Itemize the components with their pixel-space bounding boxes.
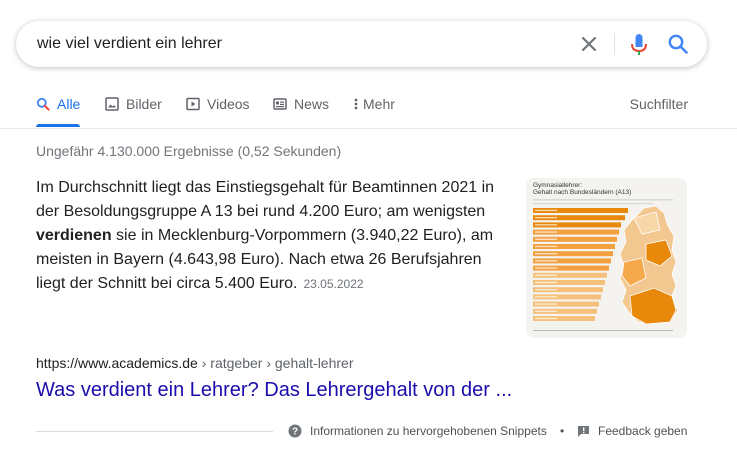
thumbnail-bar-label xyxy=(535,267,557,269)
tab-label: Bilder xyxy=(126,96,162,112)
tab-images[interactable]: Bilder xyxy=(105,96,162,112)
feedback-link[interactable]: Feedback geben xyxy=(577,424,687,438)
search-tabs: Alle Bilder Videos News Mehr Suchfilter xyxy=(0,86,737,129)
tab-label: Mehr xyxy=(363,96,395,112)
news-icon xyxy=(273,98,287,110)
thumbnail-bar-label xyxy=(535,224,557,226)
feedback-icon xyxy=(578,425,589,437)
tab-more[interactable]: Mehr xyxy=(354,96,395,112)
thumbnail-bar-label xyxy=(535,310,557,312)
thumbnail-bar-label xyxy=(535,317,557,320)
tab-all[interactable]: Alle xyxy=(36,96,80,112)
thumbnail-bar-label xyxy=(535,209,557,212)
tab-videos[interactable]: Videos xyxy=(186,96,250,112)
thumbnail-bar-label xyxy=(535,289,557,291)
thumbnail-bar-label xyxy=(535,245,557,248)
thumbnail-bar-label xyxy=(535,260,557,262)
snippet-text-start: Im Durchschnitt liegt das Einstiegsgehal… xyxy=(36,179,495,220)
clear-icon[interactable] xyxy=(579,34,599,54)
tab-label: News xyxy=(294,96,330,112)
search-tools-button[interactable]: Suchfilter xyxy=(630,96,688,112)
snippet-info-link[interactable]: ? Informationen zu hervorgehobenen Snipp… xyxy=(288,424,547,438)
thumbnail-bar-label xyxy=(535,253,557,255)
thumbnail-title-line1: Gymnasiallehrer: xyxy=(533,182,582,189)
result-url-path: › ratgeber › gehalt-lehrer xyxy=(197,355,354,371)
footer-separator: • xyxy=(560,424,565,438)
snippet-thumbnail-image[interactable]: Gymnasiallehrer: Gehalt nach Bundeslände… xyxy=(526,178,687,338)
result-stats: Ungefähr 4.130.000 Ergebnisse (0,52 Seku… xyxy=(36,143,342,159)
help-icon: ? xyxy=(288,424,302,438)
tab-label: Videos xyxy=(207,96,250,112)
image-icon xyxy=(105,97,119,111)
svg-text:?: ? xyxy=(292,427,298,438)
featured-snippet-text: Im Durchschnitt liegt das Einstiegsgehal… xyxy=(36,176,506,296)
snippet-bold-keyword: verdienen xyxy=(36,227,112,244)
feedback-label: Feedback geben xyxy=(598,424,688,438)
search-icon[interactable] xyxy=(667,33,689,55)
thumbnail-bar-label xyxy=(535,296,557,298)
microphone-icon[interactable] xyxy=(628,33,650,57)
snippet-info-label: Informationen zu hervorgehobenen Snippet… xyxy=(310,424,547,438)
thumbnail-bar-label xyxy=(535,281,557,284)
thumbnail-bar-label xyxy=(535,217,557,219)
video-icon xyxy=(186,97,200,111)
tab-news[interactable]: News xyxy=(273,96,329,112)
footer-divider xyxy=(36,431,273,432)
search-bar-divider xyxy=(614,33,615,55)
active-tab-indicator xyxy=(36,124,80,127)
more-vertical-icon xyxy=(354,98,358,110)
thumbnail-bar-label xyxy=(535,231,557,233)
snippet-date: 23.05.2022 xyxy=(303,277,364,291)
thumbnail-title-line2: Gehalt nach Bundesländern (A13) xyxy=(533,189,631,196)
search-bar: wie viel verdient ein lehrer xyxy=(16,21,707,67)
search-icon xyxy=(36,97,50,111)
thumbnail-bar-label xyxy=(535,274,557,276)
search-input[interactable]: wie viel verdient ein lehrer xyxy=(37,35,222,53)
thumbnail-bar-label xyxy=(535,238,557,240)
result-title-link[interactable]: Was verdient ein Lehrer? Das Lehrergehal… xyxy=(36,379,512,402)
result-url: https://www.academics.de › ratgeber › ge… xyxy=(36,355,354,371)
tab-label: Alle xyxy=(57,96,81,112)
thumbnail-bar-label xyxy=(535,303,557,305)
result-url-domain: https://www.academics.de xyxy=(36,355,198,371)
